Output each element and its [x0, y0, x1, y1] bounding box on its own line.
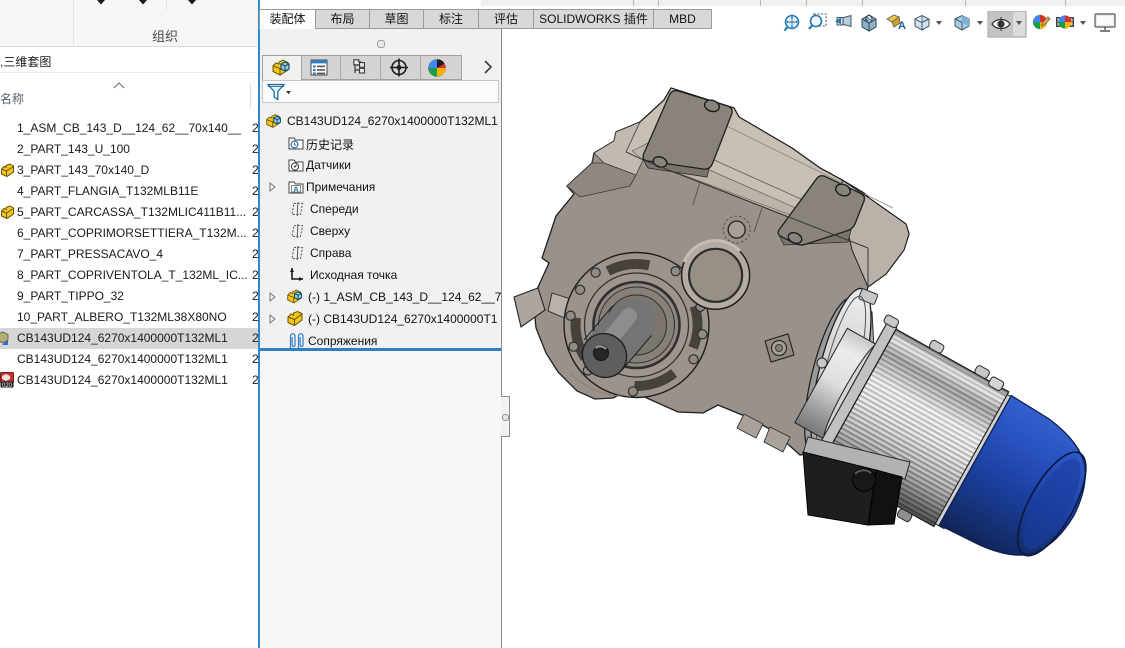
svg-text:020: 020 — [2, 383, 13, 388]
svg-text:A: A — [293, 184, 299, 193]
